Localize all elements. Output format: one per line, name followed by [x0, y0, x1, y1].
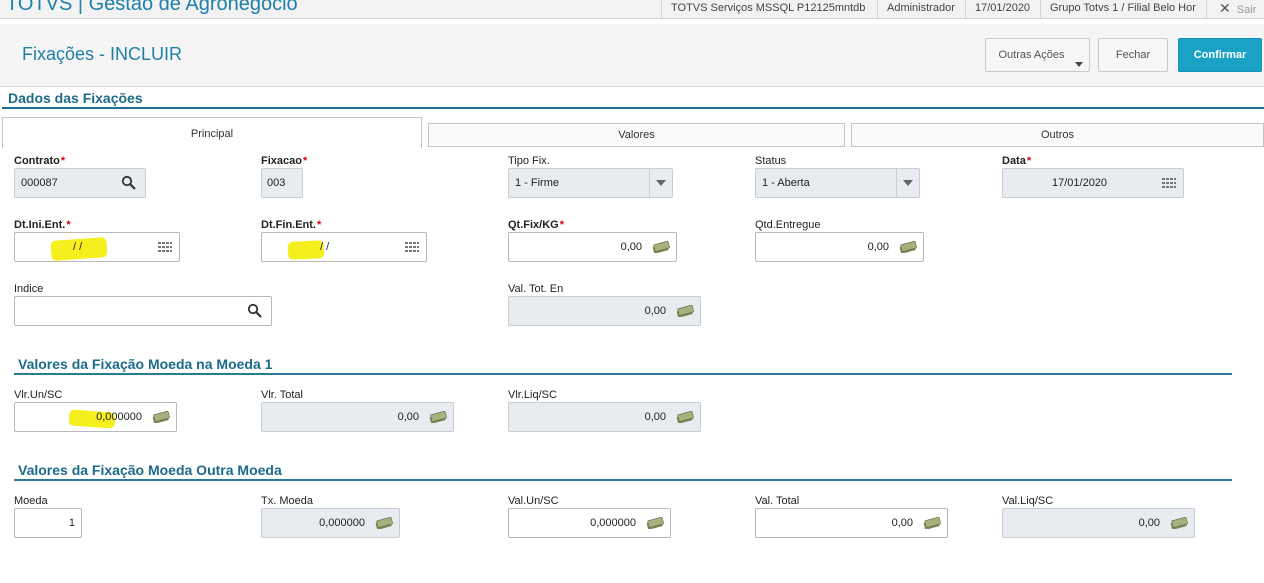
tx-moeda-value: 0,000000: [319, 517, 365, 529]
section-title: Dados das Fixações: [8, 90, 143, 106]
dt-ini-value: / /: [73, 241, 83, 253]
money-icon: [646, 517, 664, 529]
more-actions-button[interactable]: Outras Ações: [985, 38, 1090, 72]
val-total-value: 0,00: [891, 517, 913, 529]
indice-field[interactable]: [14, 296, 272, 326]
qt-fix-field[interactable]: 0,00: [508, 232, 677, 262]
money-icon: [652, 241, 670, 253]
moeda-field[interactable]: 1: [14, 508, 82, 538]
contrato-value: 000087: [21, 177, 58, 189]
dt-fin-label: Dt.Fin.Ent.*: [261, 219, 322, 231]
search-icon[interactable]: [247, 303, 263, 319]
dt-ini-field[interactable]: / /: [14, 232, 180, 262]
money-icon: [152, 411, 170, 423]
highlight-mark: [287, 240, 325, 260]
fixacao-field: 003: [261, 168, 303, 198]
money-icon: [676, 305, 694, 317]
server-info: TOTVS Serviços MSSQL P12125mntdb: [661, 0, 877, 18]
status-label: Status: [755, 155, 787, 167]
val-total-field[interactable]: 0,00: [755, 508, 948, 538]
status-select[interactable]: 1 - Aberta: [755, 168, 920, 198]
dt-fin-value: / /: [320, 241, 330, 253]
tx-moeda-label: Tx. Moeda: [261, 495, 313, 507]
exit-label: Sair: [1236, 4, 1257, 16]
dt-ini-label: Dt.Ini.Ent.*: [14, 219, 71, 231]
chevron-down-icon: [1075, 62, 1083, 67]
exit-button[interactable]: ✕ Sair: [1206, 0, 1264, 18]
close-icon: ✕: [1219, 0, 1231, 16]
money-icon: [899, 241, 917, 253]
vlr-liq-label: Vlr.Liq/SC: [508, 389, 557, 401]
val-un-value: 0,000000: [590, 517, 636, 529]
vlr-un-value: 0,000000: [96, 411, 142, 423]
outra-moeda-section-title: Valores da Fixação Moeda Outra Moeda: [18, 462, 282, 478]
qtd-entregue-field[interactable]: 0,00: [755, 232, 924, 262]
data-field[interactable]: 17/01/2020: [1002, 168, 1184, 198]
contrato-field[interactable]: 000087: [14, 168, 146, 198]
moeda-value: 1: [68, 517, 75, 529]
qtd-entregue-value: 0,00: [867, 241, 889, 253]
page-title: Fixações - INCLUIR: [22, 44, 183, 64]
val-total-label: Val. Total: [755, 495, 800, 507]
vlr-liq-value: 0,00: [644, 411, 666, 423]
contrato-label: Contrato*: [14, 155, 66, 167]
tab-valores[interactable]: Valores: [428, 123, 845, 147]
money-icon: [375, 517, 393, 529]
indice-label: Indice: [14, 283, 44, 295]
qt-fix-value: 0,00: [620, 241, 642, 253]
money-icon: [1170, 517, 1188, 529]
tab-outros[interactable]: Outros: [851, 123, 1264, 147]
moeda1-section-title: Valores da Fixação Moeda na Moeda 1: [18, 356, 273, 372]
close-button[interactable]: Fechar: [1098, 38, 1168, 72]
confirm-button[interactable]: Confirmar: [1178, 38, 1262, 72]
val-un-label: Val.Un/SC: [508, 495, 559, 507]
money-icon: [676, 411, 694, 423]
chevron-down-icon: [896, 169, 919, 197]
tipo-fix-select[interactable]: 1 - Firme: [508, 168, 673, 198]
status-value: 1 - Aberta: [762, 177, 810, 189]
vlr-un-field[interactable]: 0,000000: [14, 402, 177, 432]
more-actions-label: Outras Ações: [998, 49, 1065, 61]
section-divider: [2, 107, 1264, 109]
val-liq-label: Val.Liq/SC: [1002, 495, 1054, 507]
vlr-total-value: 0,00: [397, 411, 419, 423]
outra-moeda-divider: [14, 479, 1232, 481]
user-name[interactable]: Administrador: [877, 0, 965, 18]
vlr-total-field: 0,00: [261, 402, 454, 432]
tx-moeda-field: 0,000000: [261, 508, 400, 538]
qtd-entregue-label: Qtd.Entregue: [755, 219, 821, 231]
val-tot-en-field: 0,00: [508, 296, 701, 326]
tab-principal[interactable]: Principal: [2, 117, 422, 148]
fixacao-value: 003: [267, 177, 286, 189]
tipo-fix-label: Tipo Fix.: [508, 155, 550, 167]
dt-fin-field[interactable]: / /: [261, 232, 427, 262]
tipo-fix-value: 1 - Firme: [515, 177, 559, 189]
data-value: 17/01/2020: [1052, 177, 1108, 189]
val-tot-en-value: 0,00: [644, 305, 666, 317]
moeda-label: Moeda: [14, 495, 48, 507]
money-icon: [923, 517, 941, 529]
vlr-liq-field: 0,00: [508, 402, 701, 432]
app-title: TOTVS | Gestão de Agronegócio: [6, 0, 298, 15]
val-liq-value: 0,00: [1138, 517, 1160, 529]
calendar-icon[interactable]: [157, 239, 173, 255]
val-liq-field: 0,00: [1002, 508, 1195, 538]
data-label: Data*: [1002, 155, 1032, 167]
fixacao-label: Fixacao*: [261, 155, 308, 167]
moeda1-divider: [14, 373, 1232, 375]
calendar-icon[interactable]: [1161, 175, 1177, 191]
val-tot-en-label: Val. Tot. En: [508, 283, 564, 295]
search-icon[interactable]: [121, 175, 137, 191]
money-icon: [429, 411, 447, 423]
system-date: 17/01/2020: [965, 0, 1040, 18]
vlr-un-label: Vlr.Un/SC: [14, 389, 63, 401]
qt-fix-label: Qt.Fix/KG*: [508, 219, 565, 231]
top-bar: TOTVS | Gestão de Agronegócio TOTVS Serv…: [0, 0, 1264, 19]
chevron-down-icon: [649, 169, 672, 197]
calendar-icon[interactable]: [404, 239, 420, 255]
vlr-total-label: Vlr. Total: [261, 389, 303, 401]
branch-info[interactable]: Grupo Totvs 1 / Filial Belo Hor: [1040, 0, 1206, 18]
val-un-field[interactable]: 0,000000: [508, 508, 671, 538]
